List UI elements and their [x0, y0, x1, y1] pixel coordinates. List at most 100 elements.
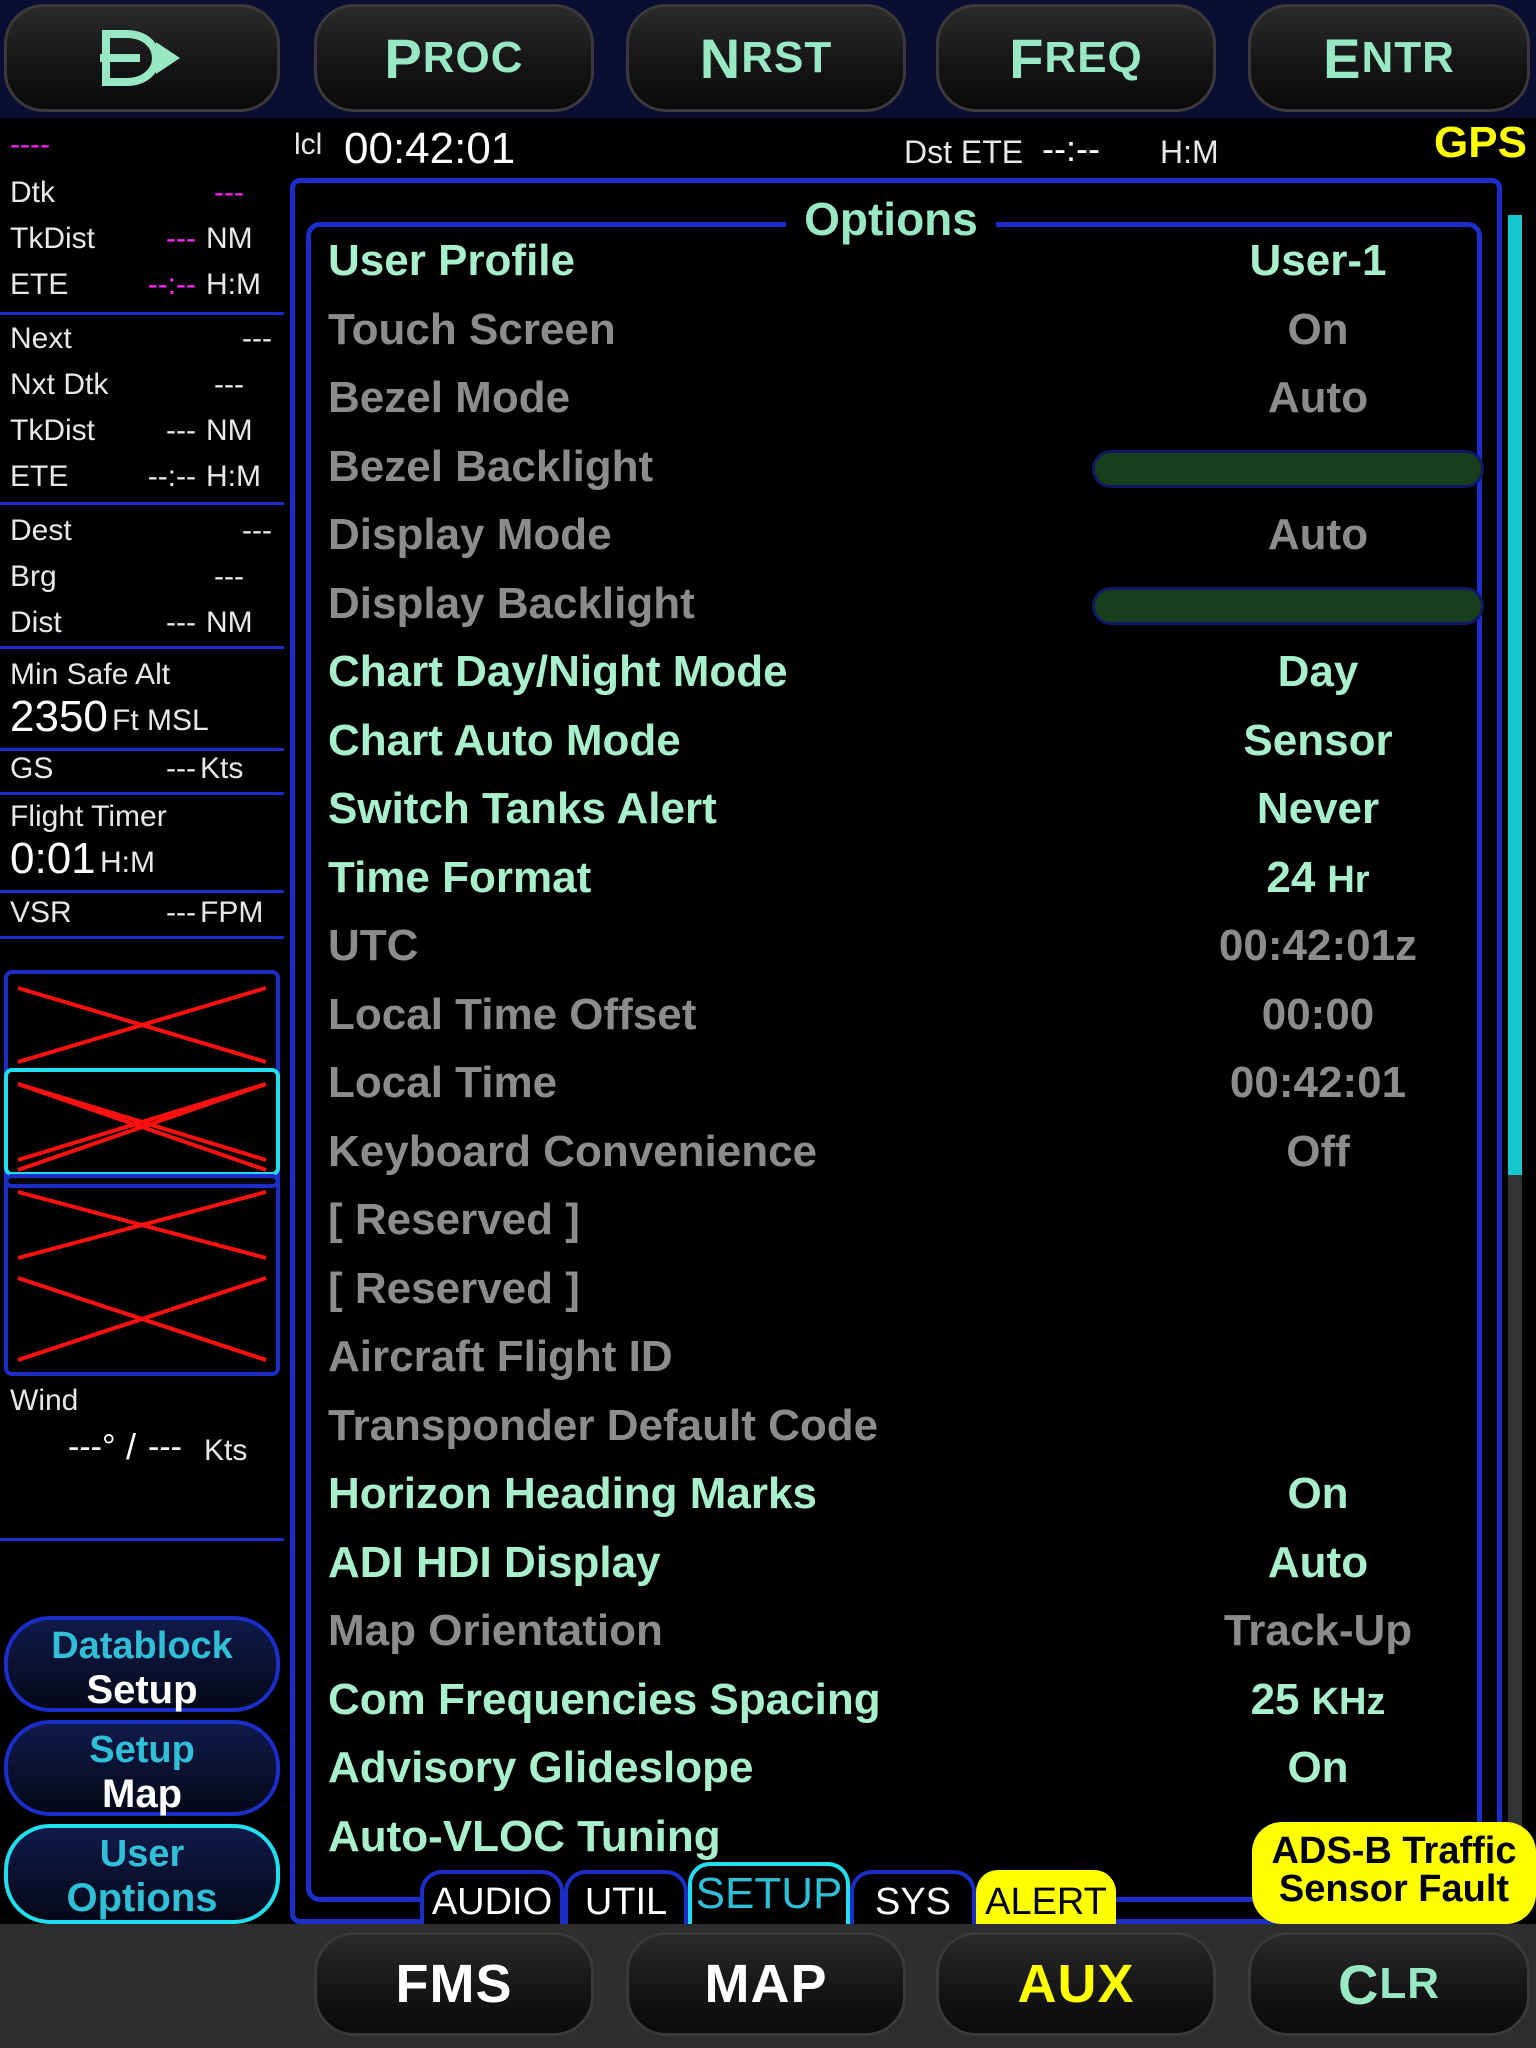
backlight-slider[interactable] [1092, 449, 1484, 488]
option-value-text: Sensor [1243, 715, 1393, 765]
tab-util[interactable]: UTIL [564, 1870, 688, 1926]
nxt-dtk-value: --- [214, 368, 244, 401]
lcl-time: 00:42:01 [344, 124, 516, 173]
user-options-button[interactable]: User Options [4, 1824, 280, 1924]
option-row[interactable]: Com Frequencies Spacing 25 KHz [328, 1675, 1428, 1743]
top-softkey-bar: P ROC N RST F REQ E NTR [0, 0, 1536, 118]
brg-label: Brg [10, 560, 57, 593]
dst-ete-value: --:-- [1042, 128, 1100, 169]
clr-button[interactable]: C LR [1248, 1932, 1530, 2036]
gs-label: GS [10, 752, 54, 785]
option-row: Transponder Default Code [328, 1401, 1428, 1469]
freq-label-rest: REQ [1044, 33, 1143, 82]
option-name: Aircraft Flight ID [328, 1332, 673, 1381]
datablock-setup-button[interactable]: Datablock Setup [4, 1616, 280, 1712]
option-value-unit: KHz [1311, 1680, 1386, 1723]
dst-ete-unit: H:M [1160, 134, 1219, 170]
datablock-setup-line2: Setup [86, 1667, 198, 1712]
user-options-line2: Options [66, 1875, 218, 1920]
datablock-divider [0, 936, 284, 939]
entr-button[interactable]: E NTR [1248, 4, 1530, 112]
proc-button[interactable]: P ROC [314, 4, 594, 112]
option-row[interactable]: Time Format 24 Hr [328, 853, 1428, 921]
option-row[interactable]: Advisory Glideslope On [328, 1743, 1428, 1811]
option-name: Display Mode [328, 510, 612, 559]
fms-button[interactable]: FMS [314, 1932, 594, 2036]
option-row: Touch Screen On [328, 305, 1428, 373]
option-value: Auto [1148, 373, 1488, 423]
ete-label: ETE [10, 268, 69, 301]
datablock-divider [0, 748, 284, 751]
active-waypoint: ---- [10, 128, 50, 161]
options-scrollbar-thumb[interactable] [1508, 215, 1522, 1175]
map-button[interactable]: MAP [626, 1932, 906, 2036]
option-value: On [1148, 1469, 1488, 1519]
aux-button[interactable]: AUX [936, 1932, 1216, 2036]
unavailable-display-box-selected[interactable] [4, 1068, 280, 1176]
option-value-text: Auto [1267, 1537, 1369, 1587]
backlight-slider[interactable] [1092, 586, 1484, 625]
option-value-text: Auto [1267, 510, 1369, 559]
option-value-text: On [1287, 304, 1349, 354]
setup-map-line1: Setup [89, 1729, 195, 1771]
option-value-text: Auto [1267, 373, 1369, 422]
option-row: Bezel Mode Auto [328, 373, 1428, 441]
option-row[interactable]: User Profile User-1 [328, 236, 1428, 304]
option-name: Local Time Offset [328, 989, 697, 1039]
vsr-value: --- [166, 896, 196, 929]
setup-map-button[interactable]: Setup Map [4, 1720, 280, 1816]
alert-line1: ADS-B Traffic [1271, 1830, 1517, 1872]
entr-label-rest: NTR [1361, 33, 1455, 82]
tab-setup[interactable]: SETUP [688, 1862, 850, 1926]
option-name: Touch Screen [328, 304, 616, 354]
dst-ete-label: Dst ETE [904, 134, 1024, 170]
tab-sys[interactable]: SYS [850, 1870, 976, 1926]
option-row[interactable]: Switch Tanks Alert Never [328, 784, 1428, 852]
datablock-setup-line1: Datablock [51, 1625, 233, 1667]
option-value: Auto [1148, 1538, 1488, 1588]
option-row[interactable]: Chart Auto Mode Sensor [328, 716, 1428, 784]
tab-alert[interactable]: ALERT [976, 1870, 1116, 1926]
next-value: --- [242, 322, 272, 355]
setup-map-line2: Map [102, 1771, 182, 1816]
option-value-text: 24 [1266, 852, 1316, 902]
tab-audio[interactable]: AUDIO [420, 1870, 564, 1926]
datablock-divider [0, 1538, 284, 1541]
nrst-button[interactable]: N RST [626, 4, 906, 112]
dest-label: Dest [10, 514, 72, 547]
tkdist-value: --- [166, 222, 196, 255]
entr-label-initial: E [1323, 26, 1362, 90]
option-name: Auto-VLOC Tuning [328, 1811, 721, 1861]
option-name: Local Time [328, 1058, 558, 1107]
ads-b-traffic-alert[interactable]: ADS-B Traffic Sensor Fault [1252, 1822, 1536, 1924]
wind-unit: Kts [204, 1434, 248, 1467]
unavailable-x-icon [17, 1190, 267, 1362]
option-row[interactable]: Chart Day/Night Mode Day [328, 647, 1428, 715]
option-value: 25 KHz [1148, 1675, 1488, 1725]
option-name: Switch Tanks Alert [328, 784, 717, 833]
option-name: Time Format [328, 852, 592, 902]
option-row: Keyboard Convenience Off [328, 1127, 1428, 1195]
freq-button[interactable]: F REQ [936, 4, 1216, 112]
next-ete-unit: H:M [206, 460, 261, 493]
next-ete-value: --:-- [147, 460, 196, 493]
alert-line2: Sensor Fault [1278, 1868, 1510, 1910]
unavailable-display-box[interactable] [4, 1174, 280, 1376]
flight-timer-unit: H:M [100, 846, 155, 879]
direct-to-button[interactable] [4, 4, 280, 112]
gs-unit: Kts [200, 752, 244, 785]
option-row[interactable]: ADI HDI Display Auto [328, 1538, 1428, 1606]
vsr-label: VSR [10, 896, 72, 929]
min-safe-alt-label: Min Safe Alt [10, 658, 171, 691]
nrst-label-rest: RST [741, 33, 833, 82]
option-name: Map Orientation [328, 1606, 663, 1655]
option-value-text: 00:42:01 [1229, 1058, 1407, 1107]
option-name: [ Reserved ] [328, 1263, 580, 1313]
option-value: 00:00 [1148, 990, 1488, 1040]
datablock-divider [0, 890, 284, 893]
flight-timer-value: 0:01 [10, 834, 96, 883]
option-row[interactable]: Horizon Heading Marks On [328, 1469, 1428, 1537]
option-value: Sensor [1148, 716, 1488, 766]
dtk-label: Dtk [10, 176, 55, 209]
option-value: Off [1148, 1127, 1488, 1177]
